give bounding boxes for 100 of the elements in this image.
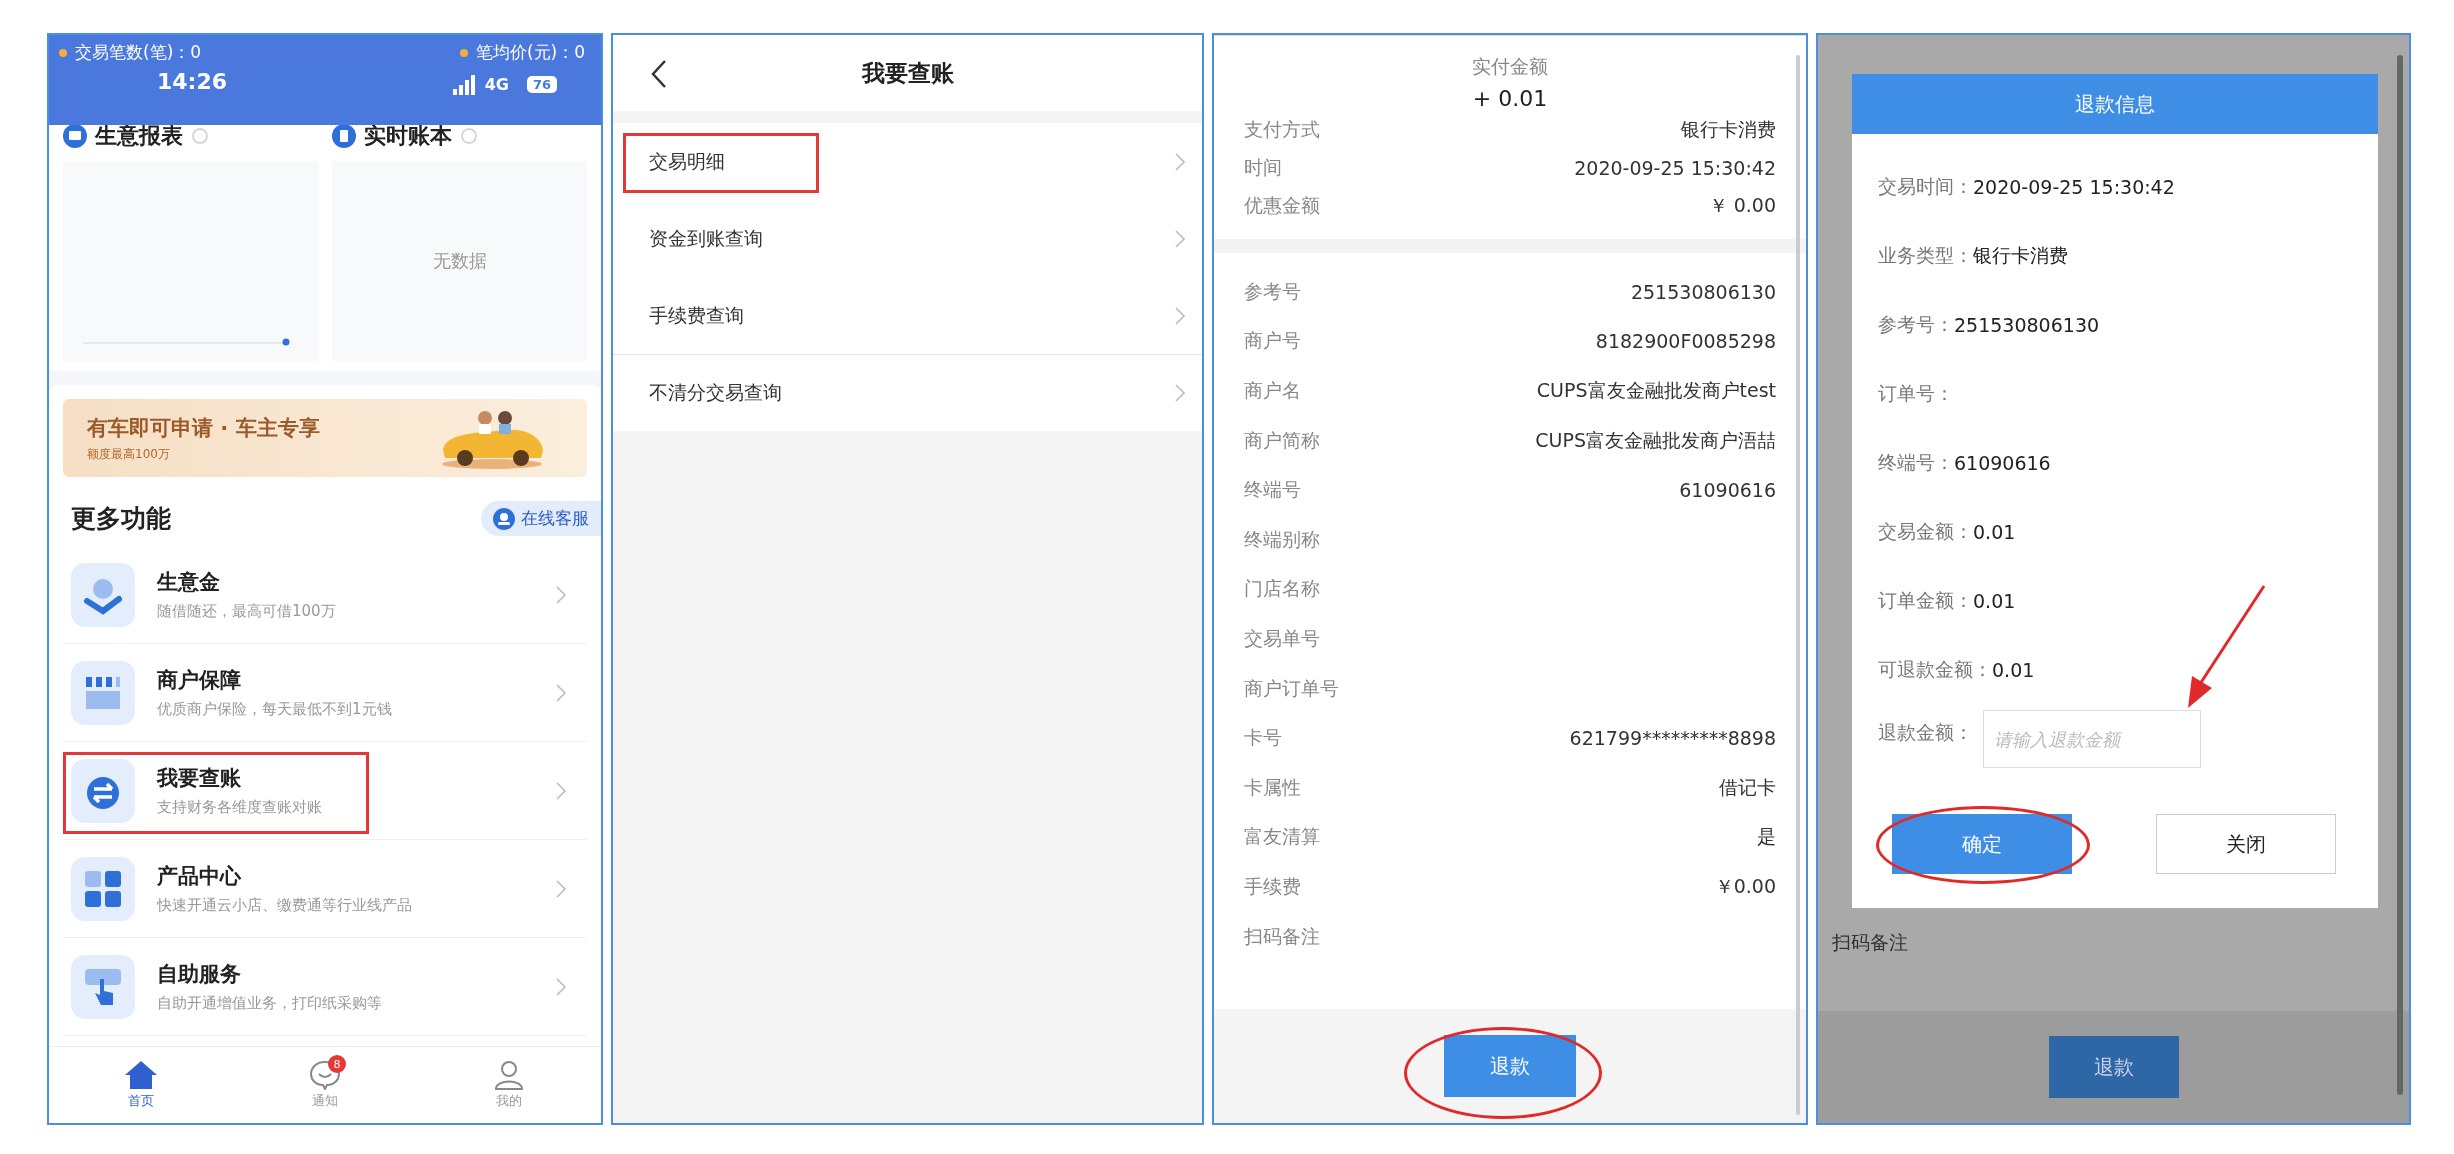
chevron-icon [1174,151,1186,172]
info-icon [460,127,478,145]
page-title: 我要查账 [861,58,954,88]
customer-service-button[interactable]: 在线客服 [481,501,601,536]
info-value: 银行卡消费 [1973,242,2068,268]
status-dot [59,48,67,57]
card-title: 实时账本 [364,122,452,150]
field-label: 门店名称 [1244,576,1320,602]
battery-indicator: 76 [526,76,557,93]
info-value: 2020-09-25 15:30:42 [1973,175,2175,198]
chevron-icon [1174,383,1186,403]
field-label: 扫码备注 [1832,930,1908,955]
chat-icon [308,1060,342,1090]
banner-subtitle: 额度最高100万 [87,445,171,463]
field-label: 优惠金额 [1244,193,1320,218]
field-value: 2020-09-25 15:30:42 [1574,157,1776,179]
info-value: 251530806130 [1954,313,2100,336]
chevron-icon [1174,228,1186,249]
field-value: 621799*********8898 [1569,727,1776,750]
chevron-icon [555,780,567,801]
chevron-icon [555,584,567,605]
field-label: 终端别称 [1244,526,1320,552]
field-label: 商户订单号 [1244,675,1339,701]
field-label: 商户简称 [1244,427,1320,453]
feature-title: 生意金 [157,569,221,596]
feature-item[interactable]: 自助服务 自助开通增值业务，打印纸采购等 [63,938,587,1036]
field-value: 银行卡消费 [1681,117,1776,142]
feature-item[interactable]: 生意金 随借随还，最高可借100万 [63,546,587,644]
info-label: 业务类型： [1878,242,1973,268]
field-label: 商户号 [1244,328,1301,354]
feature-description: 优质商户保险，每天最低不到1元钱 [157,700,393,719]
field-label: 商户名 [1244,378,1301,403]
feature-description: 快速开通云小店、缴费通等行业线产品 [157,896,413,915]
grid-icon [83,868,123,909]
feature-item[interactable]: 产品中心 快速开通云小店、缴费通等行业线产品 [63,840,587,938]
close-button[interactable]: 关闭 [2156,814,2336,874]
field-value: 61090616 [1679,479,1776,502]
empty-message: 无数据 [432,249,487,273]
chevron-icon [555,682,567,703]
field-value: CUPS富友金融批发商户test [1536,378,1776,403]
feature-item[interactable]: 商户保障 优质商户保险，每天最低不到1元钱 [63,644,587,742]
info-value: 0.01 [1973,589,2016,612]
status-dot [459,48,468,57]
field-label: 富友清算 [1244,824,1320,850]
info-label: 订单号： [1878,380,1954,406]
field-label: 卡属性 [1244,774,1301,800]
feature-title: 商户保障 [157,667,242,694]
field-label: 时间 [1244,155,1282,180]
report-icon [63,124,87,148]
field-value: 8182900F0085298 [1595,330,1776,353]
field-label: 参考号 [1244,278,1301,304]
stat-label: 笔均价(元)：0 [475,41,585,64]
chevron-icon [1174,305,1186,326]
info-label: 参考号： [1878,311,1954,337]
info-icon [191,127,209,145]
chevron-icon [555,878,567,899]
feature-title: 产品中心 [157,863,242,890]
info-label: 交易时间： [1878,173,1973,199]
refund-button[interactable]: 退款 [2048,1036,2179,1098]
refund-amount-field[interactable]: 请输入退款金额 [1983,710,2201,768]
field-value: 是 [1757,824,1776,850]
back-icon[interactable] [649,59,669,89]
field-value: CUPS富友金融批发商户浯喆 [1535,427,1776,453]
field-label: 扫码备注 [1244,923,1320,949]
info-label: 可退款金额： [1878,656,1992,682]
info-value: 61090616 [1954,451,2051,474]
field-label: 交易单号 [1244,625,1320,651]
chevron-icon [555,976,567,997]
field-label: 支付方式 [1244,117,1320,142]
feature-description: 支持财务各维度查账对账 [157,798,323,817]
card-title: 生意报表 [95,122,183,150]
home-icon [124,1060,158,1090]
feature-description: 随借随还，最高可借100万 [157,602,337,621]
amount-value: + 0.01 [1472,86,1548,111]
info-value: 0.01 [1992,658,2035,681]
feature-title: 自助服务 [157,961,242,988]
info-label: 交易金额： [1878,518,1973,544]
field-label: 卡号 [1244,725,1282,751]
amount-label: 实付金额 [1472,54,1548,79]
network-label: 4G [484,75,509,94]
field-label: 手续费 [1244,873,1301,899]
info-label: 订单金额： [1878,587,1973,613]
stat-label: 交易笔数(笔)：0 [75,41,202,64]
feature-item[interactable]: 我要查账 支持财务各维度查账对账 [63,742,587,840]
info-label: 退款金额： [1878,720,1973,745]
field-label: 终端号 [1244,477,1301,503]
info-value: 0.01 [1973,520,2016,543]
section-title: 更多功能 [70,503,171,535]
profile-icon [492,1060,526,1090]
notification-badge: 8 [328,1055,346,1073]
touch-icon [83,966,123,1007]
headset-icon [493,507,515,530]
info-label: 终端号： [1878,449,1954,475]
field-value: ￥0.00 [1714,873,1776,899]
feature-title: 我要查账 [157,765,242,792]
field-value: 借记卡 [1719,774,1776,800]
dialog-title: 退款信息 [1852,74,2378,134]
promo-banner[interactable]: 有车即可申请 · 车主专享 额度最高100万 [63,399,587,477]
nav-tab[interactable]: 首页 [118,1059,164,1111]
clock: 14:26 [157,69,228,94]
